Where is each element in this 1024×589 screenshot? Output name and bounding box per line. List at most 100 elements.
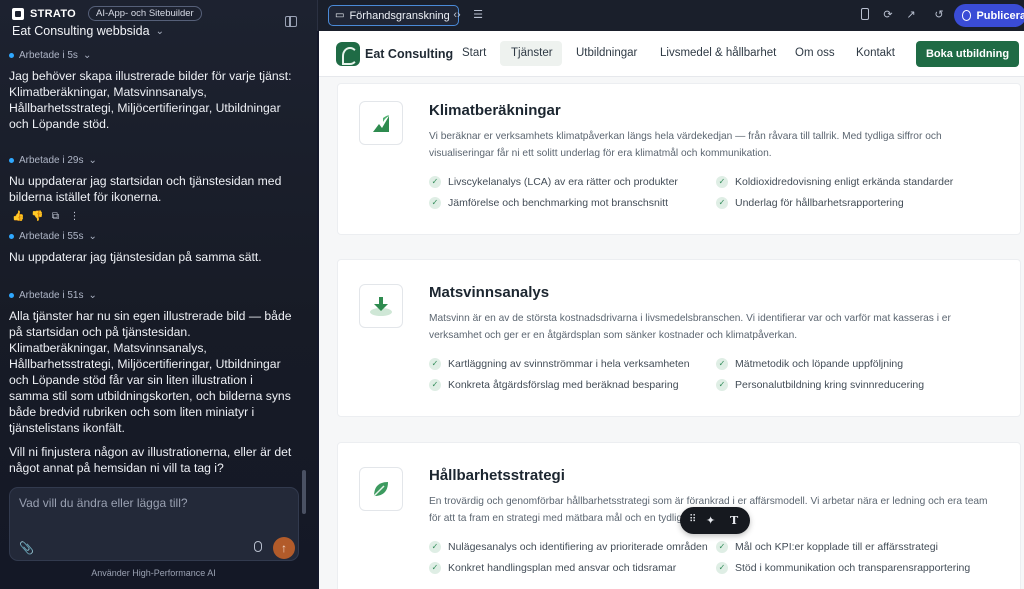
chat-message: Arbetade i 55s ⌄ Nu uppdaterar jag tjänst… — [9, 231, 294, 265]
chat-message: Arbetade i 29s ⌄ Nu uppdaterar jag starts… — [9, 155, 294, 222]
service-description: Matsvinn är en av de största kostnadsdri… — [429, 313, 951, 341]
feature-item: ✓ Nulägesanalys och identifiering av prio… — [429, 541, 708, 553]
status-text: Arbetade i 55s — [19, 231, 84, 242]
nav-link-tjanster[interactable]: Tjänster — [511, 47, 553, 59]
feature-item: ✓ Mätmetodik och löpande uppföljning — [716, 358, 903, 370]
feature-text: Mätmetodik och löpande uppföljning — [735, 358, 904, 370]
status-dot-icon — [9, 234, 14, 239]
project-selector[interactable]: Eat Consulting webbsida ⌄ — [12, 24, 164, 38]
site-nav: Eat Consulting Start Tjänster Utbildning… — [319, 31, 1024, 77]
message-paragraph: Nu uppdaterar jag tjänstesidan på samma … — [9, 250, 262, 264]
refresh-icon[interactable]: ⟳ — [881, 8, 895, 22]
project-name: Eat Consulting webbsida — [12, 24, 150, 38]
feature-text: Konkreta åtgärdsförslag med beräknad bes… — [448, 379, 679, 391]
floating-edit-toolbar: ⠿ ✦ T — [680, 507, 750, 534]
status-dot-icon — [9, 158, 14, 163]
brand[interactable]: STRATO AI-App- och Sitebuilder — [12, 6, 202, 21]
service-card: Matsvinnsanalys Matsvinn är en av de stö… — [337, 259, 1021, 417]
preview-tab-label: Förhandsgranskning — [349, 9, 450, 22]
food-waste-illustration-icon — [359, 284, 403, 328]
message-status[interactable]: Arbetade i 5s ⌄ — [9, 50, 294, 61]
more-icon[interactable]: ⋮ — [69, 211, 80, 222]
feature-text: Livscykelanalys (LCA) av era rätter och … — [448, 176, 678, 188]
composer-input[interactable]: Vad vill du ändra eller lägga till? — [19, 496, 188, 510]
feature-text: Stöd i kommunikation och transparensrapp… — [735, 562, 971, 574]
chat-message: Arbetade i 51s ⌄ Alla tjänster har nu sin… — [9, 290, 294, 476]
preview-tab[interactable]: ▭ Förhandsgranskning — [328, 5, 459, 26]
service-title: Hållbarhetsstrategi — [429, 467, 565, 484]
nav-link-start[interactable]: Start — [462, 47, 486, 59]
book-training-button[interactable]: Boka utbildning — [916, 41, 1019, 67]
attach-icon[interactable]: 📎 — [19, 541, 34, 555]
message-paragraph: Nu uppdaterar jag startsidan och tjänste… — [9, 174, 282, 204]
feature-item: ✓ Koldioxidredovisning enligt erkända sta… — [716, 176, 953, 188]
check-icon: ✓ — [716, 379, 728, 391]
status-dot-icon — [9, 293, 14, 298]
service-card: Klimatberäkningar Vi beräknar er verksam… — [337, 83, 1021, 235]
service-card: Hållbarhetsstrategi En trovärdig och gen… — [337, 442, 1021, 589]
message-actions: 👍 👎 ⧉ ⋮ — [9, 211, 294, 222]
feature-item: ✓ Personalutbildning kring svinnreducerin… — [716, 379, 924, 391]
ai-app-badge: AI-App- och Sitebuilder — [88, 6, 202, 21]
status-text: Arbetade i 5s — [19, 50, 78, 61]
nav-link-om-oss[interactable]: Om oss — [795, 47, 835, 59]
nav-link-utbildningar[interactable]: Utbildningar — [576, 47, 637, 59]
thumbs-up-icon[interactable]: 👍 — [12, 211, 24, 222]
strato-logo-icon — [12, 7, 24, 20]
publish-button[interactable]: Publicera — [954, 4, 1024, 27]
ai-edit-icon[interactable]: ✦ — [706, 514, 715, 527]
chat-panel: STRATO AI-App- och Sitebuilder Eat Consu… — [0, 0, 317, 589]
feature-text: Underlag för hållbarhetsrapportering — [735, 197, 904, 209]
status-dot-icon — [9, 53, 14, 58]
message-text: Nu uppdaterar jag tjänstesidan på samma … — [9, 249, 294, 265]
check-icon: ✓ — [429, 541, 441, 553]
toggle-sidebar-icon[interactable] — [285, 16, 297, 27]
nav-link-kontakt[interactable]: Kontakt — [856, 47, 895, 59]
code-icon[interactable]: ‹› — [450, 8, 464, 22]
feature-text: Kartläggning av svinnströmmar i hela ver… — [448, 358, 690, 370]
chevron-down-icon: ⌄ — [88, 155, 97, 166]
send-button[interactable]: ↑ — [273, 537, 295, 559]
feature-item: ✓ Kartläggning av svinnströmmar i hela ve… — [429, 358, 690, 370]
site-name[interactable]: Eat Consulting — [365, 47, 453, 61]
chevron-down-icon: ⌄ — [82, 50, 92, 61]
leaf-logo-icon[interactable] — [336, 42, 360, 66]
feature-text: Nulägesanalys och identifiering av prior… — [448, 541, 708, 553]
thumbs-down-icon[interactable]: 👎 — [31, 211, 43, 222]
service-title: Klimatberäkningar — [429, 102, 561, 119]
feature-item: ✓ Livscykelanalys (LCA) av era rätter och… — [429, 176, 678, 188]
brand-name: STRATO — [30, 7, 77, 20]
device-icon[interactable] — [858, 8, 872, 22]
microphone-icon[interactable] — [254, 541, 262, 552]
check-icon: ✓ — [716, 197, 728, 209]
text-edit-icon[interactable]: T — [730, 514, 738, 527]
chat-scrollbar[interactable] — [302, 470, 306, 514]
open-external-icon[interactable]: ↗ — [904, 8, 918, 22]
copy-icon[interactable]: ⧉ — [50, 211, 61, 222]
drag-handle-icon[interactable]: ⠿ — [689, 514, 696, 525]
climate-illustration-icon — [359, 101, 403, 145]
publish-label: Publicera — [976, 9, 1024, 22]
feature-item: ✓ Mål och KPI:er kopplade till er affärss… — [716, 541, 938, 553]
chat-composer[interactable]: Vad vill du ändra eller lägga till? 📎 ↑ — [9, 487, 299, 561]
message-status[interactable]: Arbetade i 55s ⌄ — [9, 231, 294, 242]
message-status[interactable]: Arbetade i 29s ⌄ — [9, 155, 294, 166]
feature-item: ✓ Stöd i kommunikation och transparensrap… — [716, 562, 970, 574]
check-icon: ✓ — [429, 358, 441, 370]
status-text: Arbetade i 29s — [19, 155, 84, 166]
message-status[interactable]: Arbetade i 51s ⌄ — [9, 290, 294, 301]
nav-link-livsmedel[interactable]: Livsmedel & hållbarhet — [660, 47, 776, 59]
site-preview[interactable]: Eat Consulting Start Tjänster Utbildning… — [317, 31, 1024, 589]
history-icon[interactable]: ↺ — [932, 8, 946, 22]
feature-text: Personalutbildning kring svinnreducering — [735, 379, 925, 391]
database-icon[interactable]: ☰ — [471, 8, 485, 22]
leaf-illustration-icon — [359, 467, 403, 511]
check-icon: ✓ — [429, 562, 441, 574]
feature-item: ✓ Jämförelse och benchmarking mot bransch… — [429, 197, 668, 209]
feature-text: Jämförelse och benchmarking mot branschs… — [448, 197, 669, 209]
chat-feed[interactable]: Arbetade i 5s ⌄ Jag behöver skapa illustr… — [0, 44, 305, 484]
check-icon: ✓ — [429, 379, 441, 391]
message-paragraph: Vill ni finjustera någon av illustration… — [9, 445, 292, 475]
check-icon: ✓ — [716, 358, 728, 370]
preview-icon: ▭ — [335, 10, 345, 21]
